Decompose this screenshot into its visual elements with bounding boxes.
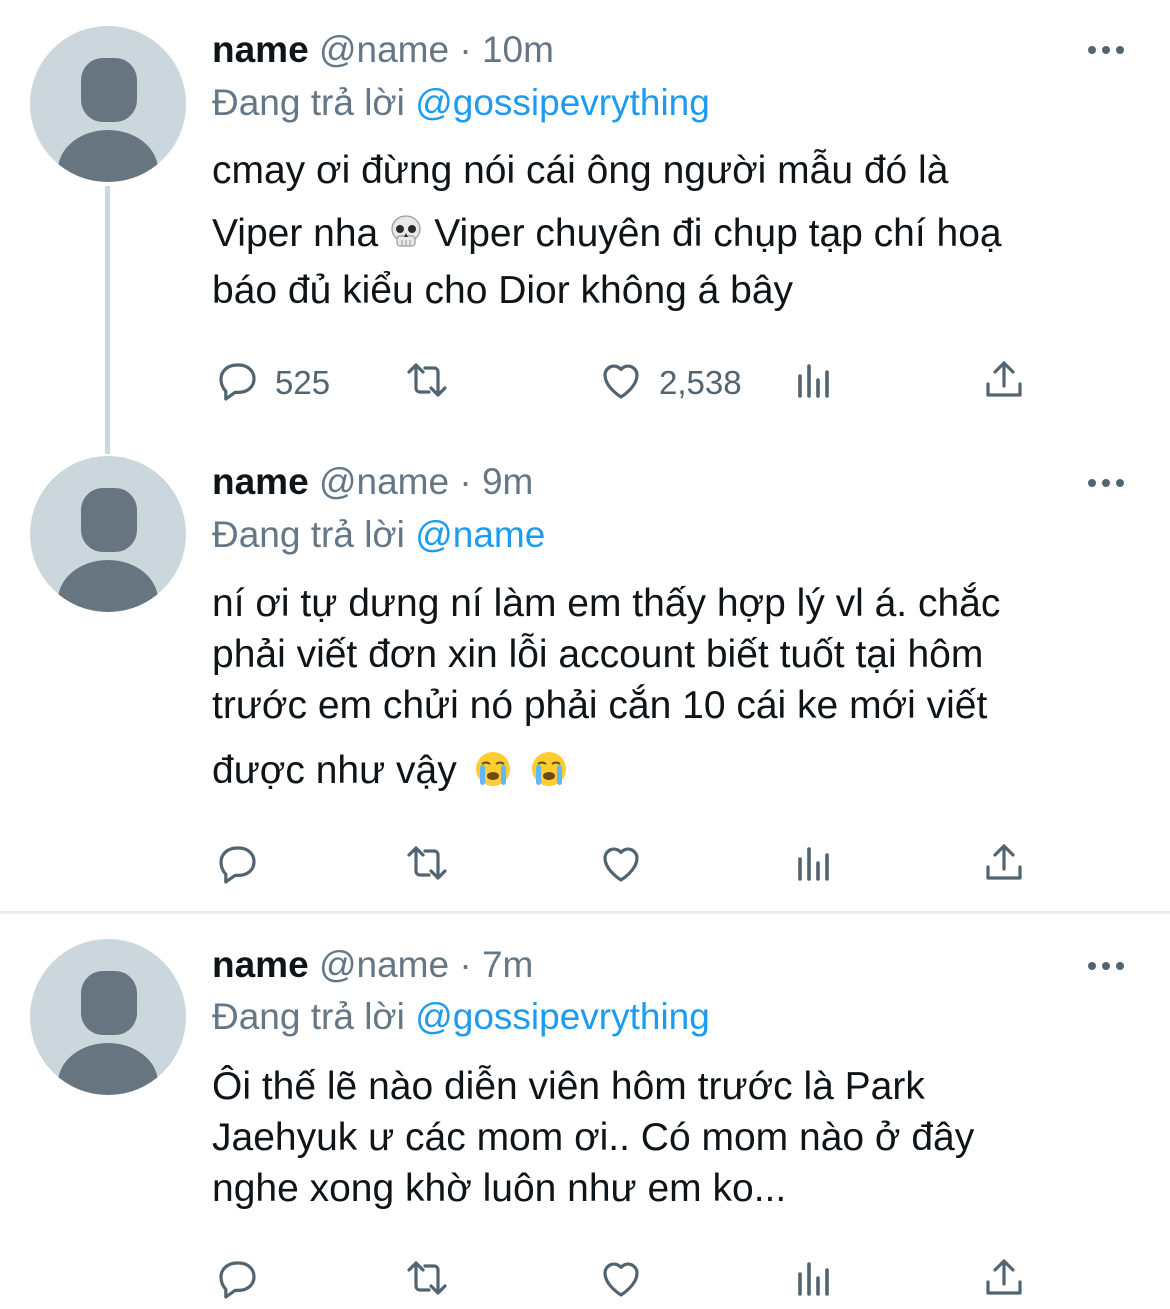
analytics-icon [790,839,838,892]
views-button[interactable] [790,356,838,409]
tweet-text: Ôi thế lẽ nào diễn viên hôm trước là Par… [212,1062,1152,1222]
skull-emoji-icon [386,212,426,252]
text-span: Viper chuyên đi chụp tạp chí hoạ [434,212,1002,255]
retweet-button[interactable] [403,356,465,409]
reply-count: 525 [275,363,331,401]
retweet-button[interactable] [403,839,465,892]
text-line: báo đủ kiểu cho Dior không á bây [212,269,794,312]
tweet-1[interactable]: name @name · 10m Đang trả lời @gossipevr… [0,0,1170,440]
avatar[interactable] [30,456,186,612]
tweet-header: name @name · 9m [212,460,533,504]
display-name[interactable]: name [212,944,309,985]
tweet-text: cmay ơi đừng nói cái ông người mẫu đó là… [212,146,1152,326]
like-button[interactable] [597,839,659,892]
text-line: cmay ơi đừng nói cái ông người mẫu đó là [212,149,949,192]
share-icon [980,839,1028,892]
text-line: Viper nha Viper chuyên đi chụp tạp chí ho… [212,209,1002,259]
display-name[interactable]: name [212,461,309,502]
text-line: trước em chửi nó phải cắn 10 cái ke mới … [212,684,988,727]
crying-emoji-icon [529,749,569,789]
replying-to: Đang trả lời @gossipevrything [212,81,710,125]
retweet-icon [403,839,451,892]
tweet-3[interactable]: name @name · 7m Đang trả lời @gossipevry… [0,914,1170,1309]
tweet-header: name @name · 10m [212,28,554,72]
crying-emoji-icon [473,749,513,789]
separator-dot: · [459,29,472,70]
replying-to: Đang trả lời @name [212,513,545,557]
analytics-icon [790,1254,838,1307]
reply-mention-link[interactable]: @name [415,514,545,555]
replying-to: Đang trả lời @gossipevrything [212,995,710,1039]
heart-icon [597,839,645,892]
like-count: 2,538 [659,363,742,401]
avatar[interactable] [30,939,186,1095]
timestamp[interactable]: 7m [482,944,533,985]
text-line: được như vậy [212,746,577,796]
reply-prefix: Đang trả lời [212,514,405,555]
tweet-actions: 525 2,538 [0,356,1170,406]
more-options-button[interactable] [1086,956,1126,976]
retweet-button[interactable] [403,1254,465,1307]
timestamp[interactable]: 10m [482,29,554,70]
text-line: phải viết đơn xin lỗi account biết tuốt … [212,633,984,676]
tweet-header: name @name · 7m [212,943,533,987]
tweet-2[interactable]: name @name · 9m Đang trả lời @name ní ơi… [0,440,1170,910]
reply-button[interactable] [213,1254,275,1307]
share-button[interactable] [980,1254,1028,1307]
more-icon [1088,46,1096,54]
more-options-button[interactable] [1086,473,1126,493]
user-handle[interactable]: @name [319,29,449,70]
retweet-icon [403,356,451,409]
retweet-icon [403,1254,451,1307]
reply-icon [213,839,261,892]
more-icon [1088,479,1096,487]
reply-button[interactable] [213,839,275,892]
tweet-actions [0,839,1170,889]
reply-mention-link[interactable]: @gossipevrything [415,996,710,1037]
timestamp[interactable]: 9m [482,461,533,502]
share-icon [980,356,1028,409]
reply-mention-link[interactable]: @gossipevrything [415,82,710,123]
text-line: Ôi thế lẽ nào diễn viên hôm trước là Par… [212,1065,925,1108]
views-button[interactable] [790,1254,838,1307]
more-icon [1088,962,1096,970]
reply-button[interactable]: 525 [213,356,330,409]
display-name[interactable]: name [212,29,309,70]
tweet-actions [0,1254,1170,1304]
user-handle[interactable]: @name [319,461,449,502]
separator-dot: · [459,944,472,985]
text-line: Jaehyuk ư các mom ơi.. Có mom nào ở đây [212,1116,975,1159]
share-button[interactable] [980,839,1028,892]
analytics-icon [790,356,838,409]
text-line: nghe xong khờ luôn như em ko... [212,1167,787,1210]
reply-prefix: Đang trả lời [212,82,405,123]
user-handle[interactable]: @name [319,944,449,985]
reply-icon [213,356,261,409]
heart-icon [597,1254,645,1307]
like-button[interactable] [597,1254,659,1307]
text-span: Viper nha [212,212,379,255]
share-icon [980,1254,1028,1307]
reply-prefix: Đang trả lời [212,996,405,1037]
avatar[interactable] [30,26,186,182]
more-options-button[interactable] [1086,40,1126,60]
reply-icon [213,1254,261,1307]
tweet-text: ní ơi tự dưng ní làm em thấy hợp lý vl á… [212,579,1152,809]
like-button[interactable]: 2,538 [597,356,742,409]
separator-dot: · [459,461,472,502]
views-button[interactable] [790,839,838,892]
heart-icon [597,356,645,409]
text-line: ní ơi tự dưng ní làm em thấy hợp lý vl á… [212,582,1001,625]
text-span: được như vậy [212,749,457,792]
share-button[interactable] [980,356,1028,409]
